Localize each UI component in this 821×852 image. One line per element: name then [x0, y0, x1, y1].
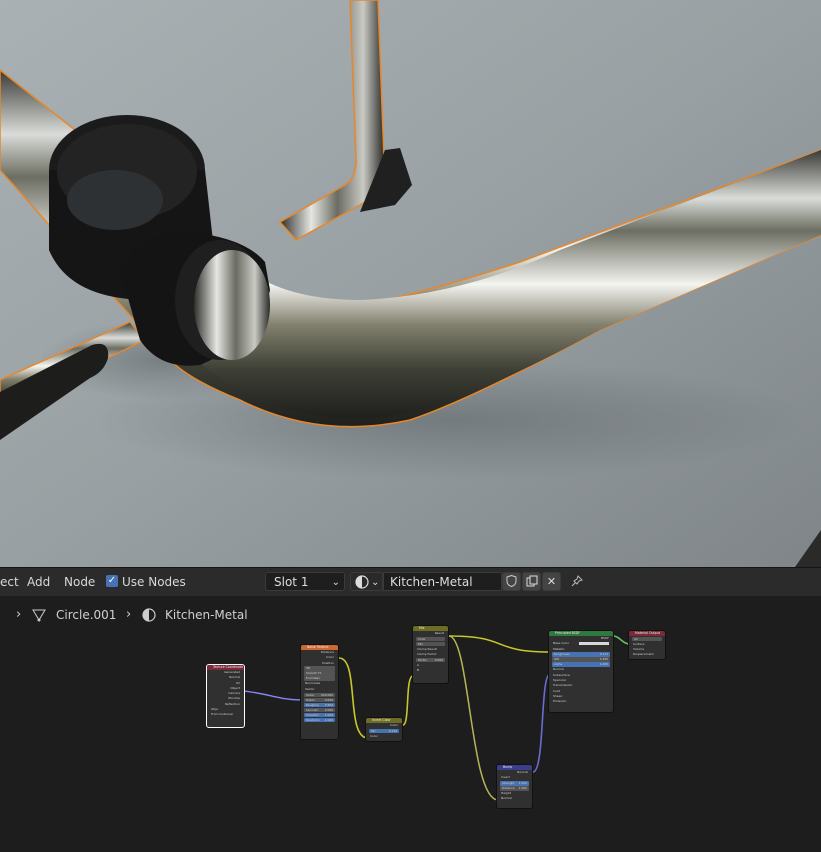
socket-label: Displacement	[633, 652, 654, 657]
chevron-right-icon: ›	[126, 607, 132, 622]
invert-checkbox[interactable]: Invert	[497, 775, 532, 780]
menu-add[interactable]: Add	[27, 574, 50, 590]
dimensions-dropdown[interactable]: 3D	[304, 666, 335, 671]
socket-label: B	[417, 668, 420, 673]
material-browse-button[interactable]: ⌄	[350, 572, 383, 591]
roughness-field[interactable]: Roughness 0.114	[552, 652, 610, 657]
node-noise-texture[interactable]: Noise Texture Distance Color Position 3D…	[300, 644, 339, 740]
viewport-render	[0, 0, 821, 567]
node-principled-bsdf[interactable]: Principled BSDF BSDF Base Color Metallic…	[548, 630, 614, 713]
randomness-field[interactable]: Randomn 1.000	[304, 717, 335, 722]
breadcrumb-material[interactable]: Kitchen-Metal	[165, 607, 248, 623]
material-name: Kitchen-Metal	[390, 575, 473, 589]
shield-icon	[506, 574, 517, 588]
panel-emission[interactable]: Emission	[549, 699, 613, 704]
fac-field[interactable]: Fac 0.139	[369, 728, 399, 734]
clamp-factor-checkbox[interactable]: Clamp Factor	[413, 652, 448, 657]
alpha-field[interactable]: Alpha 1.000	[552, 662, 610, 667]
material-sphere-icon	[142, 608, 156, 622]
pin-button[interactable]	[567, 572, 586, 591]
target-dropdown[interactable]: All	[632, 636, 662, 641]
detail-field[interactable]: Detail 0.000	[304, 697, 335, 702]
node-links	[243, 635, 631, 801]
mesh-vertex-icon	[32, 609, 46, 622]
pin-icon	[571, 575, 583, 587]
menu-object[interactable]: ect	[0, 574, 19, 590]
menu-node[interactable]: Node	[64, 574, 95, 590]
breadcrumb: › Circle.001 › Kitchen-Metal	[0, 596, 821, 632]
socket-label: Metallic	[553, 646, 565, 651]
close-icon: ✕	[546, 575, 557, 588]
chevron-down-icon: ⌄	[331, 577, 340, 588]
from-instancer-checkbox[interactable]: From Instancer	[207, 712, 244, 717]
lacunarity-field[interactable]: Lacunari 2.000	[304, 707, 335, 712]
strength-field[interactable]: Strength 1.000	[500, 781, 529, 786]
socket-label: Color	[390, 723, 398, 727]
material-sphere-icon	[355, 575, 369, 589]
data-type-dropdown[interactable]: Color	[416, 636, 445, 642]
duplicate-button[interactable]	[522, 572, 541, 591]
chevron-right-icon: ›	[16, 607, 22, 622]
node-mix[interactable]: Mix Result Color Mix Clamp Result Clamp …	[412, 625, 449, 684]
checkbox-icon[interactable]: ✓	[106, 575, 118, 587]
unlink-button[interactable]: ✕	[542, 572, 561, 591]
chevron-down-icon: ⌄	[371, 577, 380, 588]
3d-viewport[interactable]	[0, 0, 821, 567]
duplicate-icon	[526, 575, 537, 587]
distance-field[interactable]: Distance 1.000	[500, 786, 529, 791]
node-bump[interactable]: Bump Normal Invert Strength 1.000 Distan…	[496, 764, 533, 809]
socket-label: Color	[370, 733, 378, 738]
roughness-field[interactable]: Roughne 0.500	[304, 702, 335, 707]
ior-field[interactable]: IOR 1.450	[552, 657, 610, 662]
node-texture-coordinate[interactable]: Texture Coordinate Generated Normal UV O…	[206, 664, 245, 728]
node-invert-color[interactable]: Invert Color Color Fac 0.139 Color	[365, 717, 403, 742]
scale-field[interactable]: Scale 600.000	[304, 692, 335, 698]
slot-dropdown[interactable]: Slot 1 ⌄	[265, 572, 345, 591]
metric-dropdown[interactable]: Euclidean	[304, 676, 335, 681]
blend-mode-dropdown[interactable]: Mix	[416, 641, 445, 647]
fake-user-button[interactable]	[502, 572, 521, 591]
node-editor-header: ect Add Node ✓ Use Nodes Slot 1 ⌄ ⌄ Kitc…	[0, 567, 821, 596]
breadcrumb-object[interactable]: Circle.001	[56, 607, 116, 623]
slot-value: Slot 1	[274, 575, 309, 589]
material-name-field[interactable]: Kitchen-Metal	[383, 572, 502, 591]
socket-label: Vector	[305, 686, 315, 691]
socket-label: Position	[322, 660, 334, 665]
factor-field[interactable]: Factor 0.000	[416, 658, 445, 663]
socket-label: Normal	[501, 796, 512, 801]
use-nodes-label[interactable]: Use Nodes	[122, 574, 186, 590]
node-title: Material Output	[629, 631, 665, 636]
smoothness-field[interactable]: Smoothn 1.000	[304, 712, 335, 717]
feature-dropdown[interactable]: Smooth F1	[304, 671, 335, 676]
socket-label: Result	[434, 631, 444, 635]
node-material-output[interactable]: Material Output All Surface Volume Displ…	[628, 630, 666, 660]
node-canvas[interactable]: Texture Coordinate Generated Normal UV O…	[0, 625, 821, 852]
